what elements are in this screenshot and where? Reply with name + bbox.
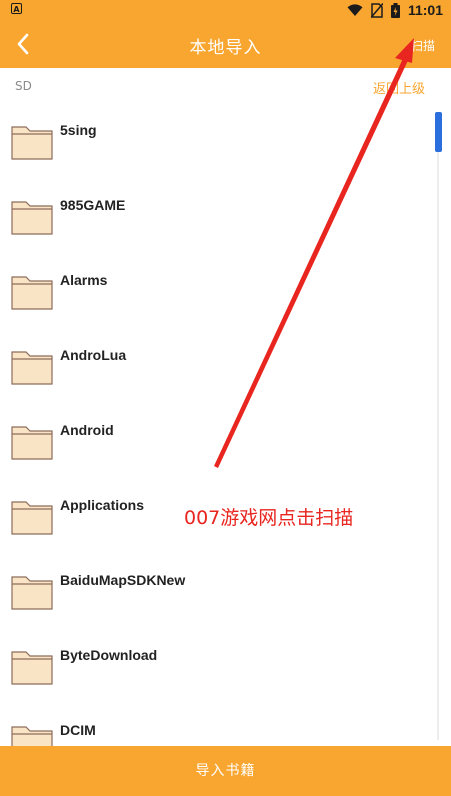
list-item[interactable]: 985GAME [0, 179, 430, 254]
scan-button[interactable]: 扫描 [411, 37, 435, 54]
folder-name: DCIM [60, 722, 96, 738]
scrollbar-track[interactable] [437, 112, 439, 740]
folder-name: ByteDownload [60, 647, 158, 663]
list-item[interactable]: ByteDownload [0, 629, 430, 704]
folder-name: Alarms [60, 272, 108, 288]
folder-name: AndroLua [60, 347, 127, 363]
folder-icon [11, 426, 53, 460]
path-row: SD 返回上级 [0, 68, 451, 104]
wifi-icon [347, 3, 363, 16]
folder-name: 985GAME [60, 197, 126, 213]
list-item[interactable]: Android [0, 404, 430, 479]
back-up-button[interactable]: 返回上级 [373, 78, 425, 97]
folder-name: BaiduMapSDKNew [60, 572, 186, 588]
folder-list: 5sing 985GAME Alarms AndroLua Android Ap… [0, 104, 436, 746]
folder-icon [11, 351, 53, 385]
folder-icon [11, 201, 53, 235]
annotation-text: 007游戏网点击扫描 [184, 507, 354, 529]
battery-icon [390, 2, 400, 18]
status-icons: 11:01 [347, 2, 443, 18]
list-item[interactable]: 5sing [0, 104, 430, 179]
import-books-button[interactable]: 导入书籍 [0, 746, 451, 796]
toolbar: 本地导入 扫描 [0, 20, 451, 68]
list-item[interactable]: AndroLua [0, 329, 430, 404]
current-path: SD [15, 79, 32, 93]
scrollbar-thumb[interactable] [435, 112, 442, 152]
folder-icon [11, 126, 53, 160]
folder-icon [11, 276, 53, 310]
no-sim-icon [370, 2, 383, 18]
folder-icon [11, 726, 53, 746]
folder-icon [11, 501, 53, 535]
folder-name: Applications [60, 497, 145, 513]
list-item[interactable]: Alarms [0, 254, 430, 329]
folder-icon [11, 651, 53, 685]
status-bar: A 11:01 [0, 0, 451, 20]
list-item[interactable]: DCIM [0, 704, 430, 746]
page-title: 本地导入 [189, 38, 262, 58]
notification-a-icon: A [11, 3, 22, 14]
folder-name: 5sing [60, 122, 97, 138]
folder-icon [11, 576, 53, 610]
status-time: 11:01 [407, 2, 443, 18]
list-item[interactable]: BaiduMapSDKNew [0, 554, 430, 629]
folder-name: Android [60, 422, 114, 438]
